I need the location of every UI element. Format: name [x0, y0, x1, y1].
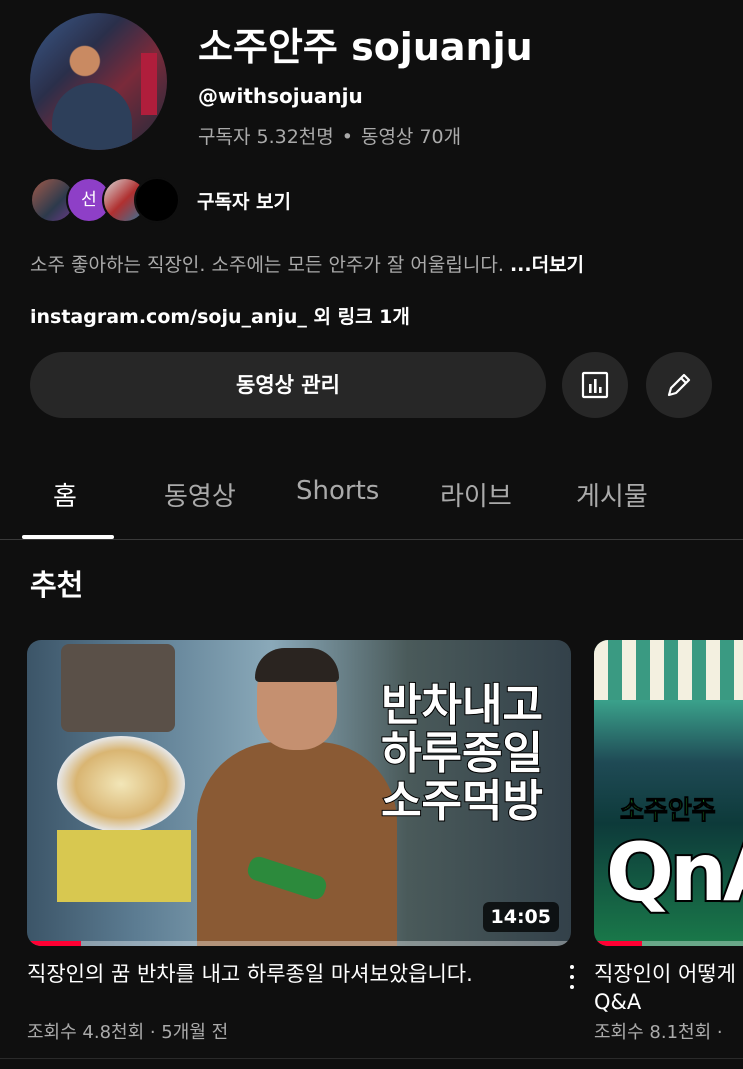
channel-stats: 구독자 5.32천명 • 동영상 70개 — [198, 122, 461, 149]
video-title-line: Q&A — [594, 990, 642, 1014]
thumbnail-caption: 반차내고 하루종일 소주먹방 — [380, 680, 544, 827]
thumbnail-caption: 소주안주 — [620, 796, 717, 827]
video-title[interactable]: 직장인의 꿈 반차를 내고 하루종일 마셔보았읍니다. — [27, 960, 547, 988]
view-subscribers-link[interactable]: 구독자 보기 — [197, 187, 291, 214]
more-options-icon[interactable] — [564, 963, 580, 991]
divider — [0, 1058, 743, 1059]
analytics-icon — [581, 371, 609, 399]
active-tab-indicator — [22, 535, 114, 539]
avatar-background-sign — [141, 53, 157, 115]
channel-description[interactable]: 소주 좋아하는 직장인. 소주에는 모든 안주가 잘 어울립니다. ...더보기 — [30, 250, 584, 277]
channel-handle: @withsojuanju — [198, 84, 363, 108]
video-meta: 조회수 4.8천회 · 5개월 전 — [27, 1022, 229, 1043]
tab-videos[interactable]: 동영상 — [164, 476, 236, 513]
thumbnail-caption-line: 소주먹방 — [380, 776, 544, 827]
thumbnail-caption-line: 하루종일 — [380, 728, 544, 779]
channel-tabs: 홈 동영상 Shorts 라이브 게시물 — [0, 462, 743, 540]
thumbnail-food-image — [61, 644, 175, 732]
channel-avatar[interactable] — [30, 13, 167, 150]
channel-links[interactable]: instagram.com/soju_anju_ 외 링크 1개 — [30, 302, 410, 329]
more-link[interactable]: ...더보기 — [510, 254, 584, 276]
thumbnail-menu-board — [57, 830, 191, 902]
person-body — [197, 742, 397, 946]
channel-header: 소주안주 sojuanju @withsojuanju 구독자 5.32천명 • 동… — [0, 0, 743, 160]
video-title-line: 직장인이 어떻게 — [594, 962, 736, 986]
tab-home[interactable]: 홈 — [53, 476, 77, 513]
person-hair — [255, 648, 339, 682]
avatar-person — [52, 83, 132, 150]
subscribers-row[interactable]: 선 구독자 보기 — [30, 177, 430, 223]
watch-progress-bar — [594, 941, 642, 946]
channel-title: 소주안주 sojuanju — [198, 25, 533, 69]
video-meta: 조회수 8.1천회 · — [594, 1022, 723, 1043]
manage-videos-button[interactable]: 동영상 관리 — [30, 352, 546, 418]
edit-channel-button[interactable] — [646, 352, 712, 418]
video-title[interactable]: 직장인이 어떻게 Q&A — [594, 960, 743, 1016]
thumbnail-caption: QnA — [604, 824, 743, 921]
analytics-button[interactable] — [562, 352, 628, 418]
subscriber-avatar — [134, 177, 180, 223]
thumbnail-awning — [594, 640, 743, 700]
stats-separator: • — [341, 126, 353, 148]
pencil-icon — [667, 373, 691, 397]
section-title: 추천 — [30, 568, 84, 602]
thumbnail-person — [197, 648, 397, 946]
thumbnail-food-image — [57, 736, 185, 832]
video-thumbnail[interactable]: 반차내고 하루종일 소주먹방 14:05 — [27, 640, 571, 946]
tab-shorts[interactable]: Shorts — [296, 476, 379, 506]
video-thumbnail[interactable]: 소주안주 QnA — [594, 640, 743, 946]
tab-posts[interactable]: 게시물 — [576, 476, 648, 513]
description-text: 소주 좋아하는 직장인. 소주에는 모든 안주가 잘 어울립니다. — [30, 254, 504, 276]
subscriber-count: 구독자 5.32천명 — [198, 126, 334, 148]
tab-live[interactable]: 라이브 — [440, 476, 512, 513]
watch-progress-bar — [27, 941, 82, 946]
thumbnail-caption-line: 반차내고 — [380, 680, 544, 731]
watch-progress-track — [27, 941, 571, 946]
video-duration: 14:05 — [482, 902, 559, 932]
video-count: 동영상 70개 — [360, 126, 462, 148]
